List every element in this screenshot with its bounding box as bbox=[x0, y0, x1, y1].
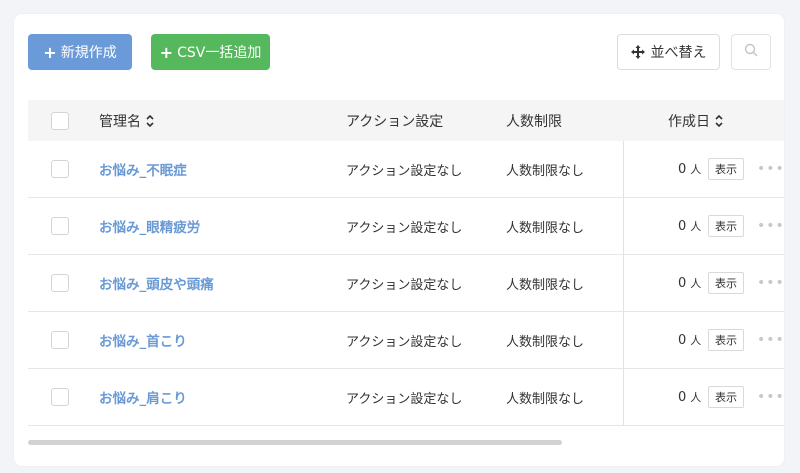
table-header: 管理名 アクション設定 人数制限 作成日 bbox=[28, 100, 784, 141]
search-button[interactable] bbox=[731, 34, 771, 70]
table-row: お悩み_不眠症 アクション設定なし 人数制限なし 0人 表示 ••• bbox=[28, 141, 784, 198]
row-name-link[interactable]: お悩み_眼精疲労 bbox=[99, 216, 200, 236]
select-all-checkbox[interactable] bbox=[51, 111, 69, 130]
row-checkbox[interactable] bbox=[51, 388, 69, 406]
row-count-unit: 人 bbox=[690, 163, 702, 176]
more-icon[interactable]: ••• bbox=[757, 275, 784, 291]
row-count: 0人 bbox=[678, 389, 701, 405]
scrollbar-thumb[interactable] bbox=[28, 440, 562, 445]
csv-import-button-label: CSV一括追加 bbox=[177, 45, 262, 61]
show-button[interactable]: 表示 bbox=[708, 158, 744, 180]
row-count-unit: 人 bbox=[690, 334, 702, 347]
show-button[interactable]: 表示 bbox=[708, 272, 744, 294]
row-name-link[interactable]: お悩み_頭皮や頭痛 bbox=[99, 273, 214, 293]
row-action: アクション設定なし bbox=[346, 277, 463, 293]
header-action-label: アクション設定 bbox=[346, 113, 444, 130]
header-limit-label: 人数制限 bbox=[506, 113, 562, 130]
row-count-value: 0 bbox=[678, 333, 687, 348]
plus-icon: + bbox=[159, 42, 174, 62]
more-icon[interactable]: ••• bbox=[757, 389, 784, 405]
plus-icon: + bbox=[43, 42, 57, 62]
row-count-value: 0 bbox=[678, 390, 687, 405]
show-button[interactable]: 表示 bbox=[708, 215, 744, 237]
sort-button[interactable]: 並べ替え bbox=[617, 34, 720, 70]
row-count: 0人 bbox=[678, 218, 701, 234]
row-action: アクション設定なし bbox=[346, 220, 463, 236]
header-name[interactable]: 管理名 bbox=[99, 100, 155, 141]
more-icon[interactable]: ••• bbox=[757, 161, 784, 177]
table-row: お悩み_首こり アクション設定なし 人数制限なし 0人 表示 ••• bbox=[28, 312, 784, 369]
row-count: 0人 bbox=[678, 332, 701, 348]
row-count-unit: 人 bbox=[690, 277, 702, 290]
new-button-label: 新規作成 bbox=[60, 45, 117, 61]
header-created-label: 作成日 bbox=[668, 113, 710, 130]
header-created[interactable]: 作成日 bbox=[668, 100, 724, 141]
sort-caret-icon bbox=[145, 114, 155, 128]
row-count: 0人 bbox=[678, 161, 701, 177]
row-action: アクション設定なし bbox=[346, 391, 463, 407]
sort-button-label: 並べ替え bbox=[650, 45, 707, 61]
content-card: + 新規作成 + CSV一括追加 並べ替え 管理名 アクション設定 人数制限 作… bbox=[14, 14, 784, 466]
sort-caret-icon bbox=[714, 114, 724, 128]
row-count-value: 0 bbox=[678, 276, 687, 291]
row-name-link[interactable]: お悩み_首こり bbox=[99, 330, 187, 350]
data-table: 管理名 アクション設定 人数制限 作成日 お悩み_不眠症 アクション設定なし 人… bbox=[28, 100, 784, 430]
header-name-label: 管理名 bbox=[99, 113, 141, 130]
csv-import-button[interactable]: + CSV一括追加 bbox=[151, 34, 270, 70]
table-row: お悩み_頭皮や頭痛 アクション設定なし 人数制限なし 0人 表示 ••• bbox=[28, 255, 784, 312]
row-limit: 人数制限なし bbox=[506, 163, 585, 179]
row-count-unit: 人 bbox=[690, 391, 702, 404]
row-limit: 人数制限なし bbox=[506, 391, 585, 407]
more-icon[interactable]: ••• bbox=[757, 218, 784, 234]
move-icon bbox=[630, 45, 645, 59]
row-action: アクション設定なし bbox=[346, 334, 463, 350]
row-name-link[interactable]: お悩み_肩こり bbox=[99, 387, 187, 407]
row-limit: 人数制限なし bbox=[506, 277, 585, 293]
row-name-link[interactable]: お悩み_不眠症 bbox=[99, 159, 187, 179]
row-checkbox[interactable] bbox=[51, 331, 69, 349]
row-count-value: 0 bbox=[678, 162, 687, 177]
row-checkbox[interactable] bbox=[51, 274, 69, 292]
more-icon[interactable]: ••• bbox=[757, 332, 784, 348]
show-button[interactable]: 表示 bbox=[708, 329, 744, 351]
row-action: アクション設定なし bbox=[346, 163, 463, 179]
table-row: お悩み_肩こり アクション設定なし 人数制限なし 0人 表示 ••• bbox=[28, 369, 784, 426]
show-button[interactable]: 表示 bbox=[708, 386, 744, 408]
row-checkbox[interactable] bbox=[51, 160, 69, 178]
row-count: 0人 bbox=[678, 275, 701, 291]
new-button[interactable]: + 新規作成 bbox=[28, 34, 132, 70]
row-limit: 人数制限なし bbox=[506, 334, 585, 350]
search-icon bbox=[744, 43, 758, 61]
row-count-unit: 人 bbox=[690, 220, 702, 233]
row-checkbox[interactable] bbox=[51, 217, 69, 235]
row-limit: 人数制限なし bbox=[506, 220, 585, 236]
horizontal-scrollbar[interactable] bbox=[28, 440, 784, 445]
table-row: お悩み_眼精疲労 アクション設定なし 人数制限なし 0人 表示 ••• bbox=[28, 198, 784, 255]
row-count-value: 0 bbox=[678, 219, 687, 234]
